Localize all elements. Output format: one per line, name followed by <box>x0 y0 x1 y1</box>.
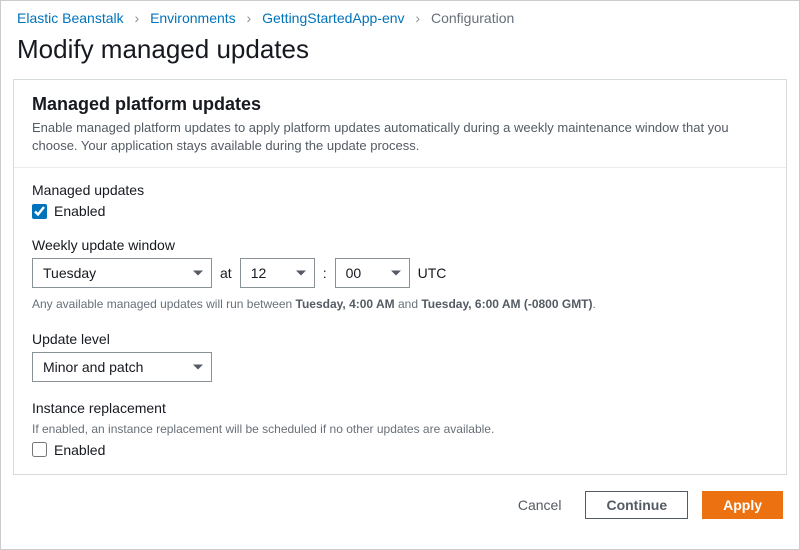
chevron-right-icon: › <box>135 10 140 26</box>
hour-select[interactable]: 12 <box>240 258 315 288</box>
at-label: at <box>220 265 232 281</box>
breadcrumb-link-environments[interactable]: Environments <box>150 10 236 26</box>
continue-button[interactable]: Continue <box>585 491 688 519</box>
managed-updates-panel: Managed platform updates Enable managed … <box>13 79 787 475</box>
instance-replacement-field: Instance replacement If enabled, an inst… <box>32 400 768 458</box>
instance-replacement-hint: If enabled, an instance replacement will… <box>32 421 768 438</box>
update-level-select[interactable]: Minor and patch <box>32 352 212 382</box>
update-level-field: Update level Minor and patch <box>32 331 768 382</box>
tz-label: UTC <box>418 265 447 281</box>
managed-updates-checkbox[interactable] <box>32 204 47 219</box>
page-title: Modify managed updates <box>17 34 783 65</box>
weekly-window-hint: Any available managed updates will run b… <box>32 296 768 313</box>
panel-description: Enable managed platform updates to apply… <box>32 119 768 155</box>
managed-updates-field: Managed updates Enabled <box>32 182 768 219</box>
weekly-window-label: Weekly update window <box>32 237 768 253</box>
managed-updates-label: Managed updates <box>32 182 768 198</box>
instance-replacement-label: Instance replacement <box>32 400 768 416</box>
breadcrumb-link-service[interactable]: Elastic Beanstalk <box>17 10 124 26</box>
breadcrumb: Elastic Beanstalk › Environments › Getti… <box>1 1 799 32</box>
apply-button[interactable]: Apply <box>702 491 783 519</box>
cancel-button[interactable]: Cancel <box>508 492 572 518</box>
panel-title: Managed platform updates <box>32 94 768 115</box>
instance-replacement-checkbox-label: Enabled <box>54 442 105 458</box>
breadcrumb-link-env-name[interactable]: GettingStartedApp-env <box>262 10 404 26</box>
weekly-window-field: Weekly update window Tuesday at 12 : <box>32 237 768 313</box>
update-level-label: Update level <box>32 331 768 347</box>
day-select[interactable]: Tuesday <box>32 258 212 288</box>
instance-replacement-checkbox[interactable] <box>32 442 47 457</box>
breadcrumb-current: Configuration <box>431 10 514 26</box>
chevron-right-icon: › <box>247 10 252 26</box>
colon-label: : <box>323 265 327 281</box>
managed-updates-checkbox-label: Enabled <box>54 203 105 219</box>
minute-select[interactable]: 00 <box>335 258 410 288</box>
chevron-right-icon: › <box>415 10 420 26</box>
footer-actions: Cancel Continue Apply <box>1 481 799 529</box>
